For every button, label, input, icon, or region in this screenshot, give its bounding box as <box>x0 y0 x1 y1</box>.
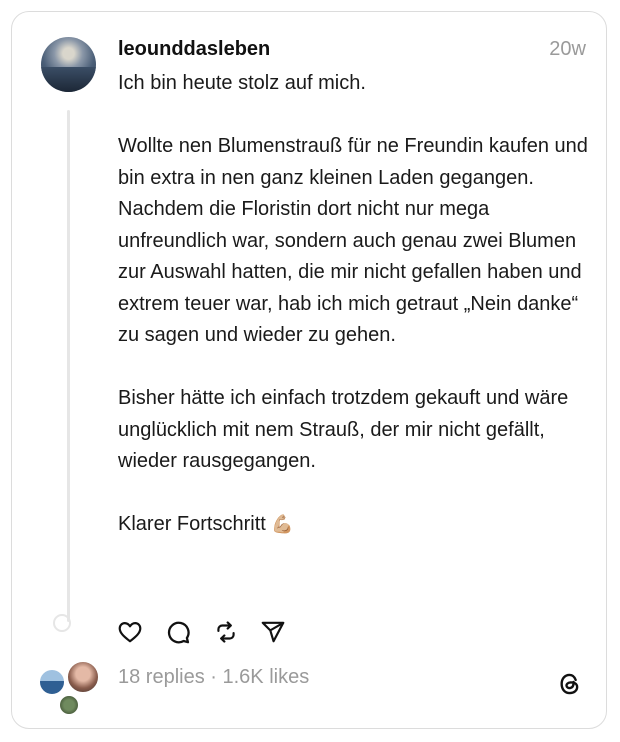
comment-icon <box>167 621 190 644</box>
reply-button[interactable] <box>165 619 193 647</box>
repost-icon <box>217 621 235 643</box>
reply-avatar <box>58 694 80 716</box>
post-paragraph-last: Klarer Fortschritt 💪🏼 <box>118 509 588 541</box>
heart-icon <box>118 622 142 643</box>
reply-avatar <box>66 660 100 694</box>
post-paragraph-text: Klarer Fortschritt <box>118 513 266 535</box>
avatar[interactable] <box>41 37 96 92</box>
send-icon <box>261 621 285 643</box>
post-paragraph: Bisher hätte ich einfach trotzdem gekauf… <box>118 387 569 472</box>
post-paragraph: Nachdem die Floristin dort nicht nur meg… <box>118 198 582 346</box>
reply-avatar <box>38 668 66 696</box>
like-button[interactable] <box>117 619 145 647</box>
post-paragraph: Wollte nen Blumenstrauß für ne Freundin … <box>118 135 588 189</box>
post-body: Ich bin heute stolz auf mich. Wollte nen… <box>118 68 588 541</box>
username[interactable]: leounddasleben <box>118 38 270 61</box>
threads-logo-icon[interactable] <box>557 671 583 697</box>
share-button[interactable] <box>260 619 288 647</box>
post-stats[interactable]: 18 replies · 1.6K likes <box>118 666 309 689</box>
post-paragraph: Ich bin heute stolz auf mich. <box>118 72 366 94</box>
flexed-biceps-emoji: 💪🏼 <box>271 514 294 534</box>
thread-line <box>67 110 70 622</box>
thread-line-curl <box>53 614 71 632</box>
repost-button[interactable] <box>213 619 241 647</box>
post-time: 20w <box>549 38 586 60</box>
